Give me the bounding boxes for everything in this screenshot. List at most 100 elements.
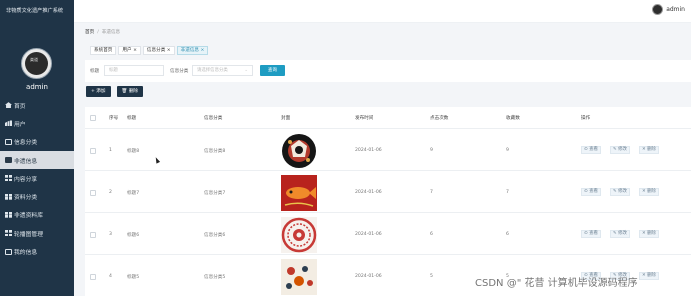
view-button[interactable]: ⊙ 查看 xyxy=(581,188,601,196)
title-filter-label: 标题 xyxy=(90,69,100,74)
column-header: 发布时间 xyxy=(355,116,374,121)
trash-icon: 🗑 xyxy=(121,89,128,94)
grid-icon xyxy=(5,175,12,182)
avatar: 楽道 xyxy=(21,48,52,79)
grid-icon xyxy=(5,211,12,218)
row-category: 信息分类8 xyxy=(204,149,226,154)
tab-heritage-info[interactable]: 非遗信息 × xyxy=(176,46,209,55)
query-button[interactable]: 查询 xyxy=(260,65,285,76)
table-row: 2 标题7 信息分类7 2024-01-06 7 7 ⊙ 查看 ✎ 修改 ✕ 删… xyxy=(85,172,691,213)
user-menu[interactable]: admin xyxy=(652,4,685,15)
edit-button[interactable]: ✎ 修改 xyxy=(610,146,630,154)
tab-bar: 系统首页 用户 × 信息分类 × 非遗信息 × xyxy=(90,46,210,55)
row-date: 2024-01-06 xyxy=(355,148,382,153)
cover-image xyxy=(281,133,317,169)
delete-row-button[interactable]: ✕ 删除 xyxy=(639,272,659,280)
topbar: admin xyxy=(74,0,691,23)
avatar xyxy=(652,4,664,15)
row-checkbox[interactable] xyxy=(90,232,96,238)
sidebar-item-label: 轮播图管理 xyxy=(14,231,43,238)
main-content: 首页 / 非遗信息 系统首页 用户 × 信息分类 × 非遗信息 × 标题 标题 信息… xyxy=(74,23,691,296)
filter-bar: 标题 标题 信息分类 请选择信息分类 ⌄ 查询 xyxy=(85,60,691,82)
row-title: 标题7 xyxy=(127,191,140,196)
sidebar-item-library[interactable]: 非遗资料库 xyxy=(0,206,74,224)
sidebar-item-content-share[interactable]: 内容分享 xyxy=(0,169,74,187)
row-clicks: 9 xyxy=(430,148,433,153)
select-all-checkbox[interactable] xyxy=(90,115,96,121)
row-title: 标题5 xyxy=(127,275,140,280)
row-index: 1 xyxy=(109,148,112,153)
sidebar-item-label: 资料分类 xyxy=(14,195,38,202)
sidebar-item-material-category[interactable]: 资料分类 xyxy=(0,187,74,205)
grid-icon xyxy=(5,193,12,200)
delete-row-button[interactable]: ✕ 删除 xyxy=(639,230,659,238)
profile-icon xyxy=(5,248,12,255)
view-button[interactable]: ⊙ 查看 xyxy=(581,230,601,238)
sidebar-item-home[interactable]: 首页 xyxy=(0,96,74,114)
sidebar-item-carousel[interactable]: 轮播图管理 xyxy=(0,224,74,242)
close-icon[interactable]: × xyxy=(133,48,137,53)
row-checkbox[interactable] xyxy=(90,190,96,196)
cover-image xyxy=(281,217,317,253)
sidebar-item-label: 非遗资料库 xyxy=(14,213,43,220)
sidebar-item-label: 我的信息 xyxy=(14,250,38,257)
tab-home[interactable]: 系统首页 xyxy=(90,46,117,55)
sidebar-item-users[interactable]: 用户 xyxy=(0,114,74,132)
sidebar-item-label: 内容分享 xyxy=(14,176,38,183)
row-checkbox[interactable] xyxy=(90,274,96,280)
row-index: 2 xyxy=(109,190,112,195)
row-clicks: 5 xyxy=(430,274,433,279)
category-select-placeholder: 请选择信息分类 xyxy=(197,68,228,73)
row-favorites: 6 xyxy=(506,232,509,237)
delete-button[interactable]: 🗑 删除 xyxy=(116,86,144,97)
close-icon[interactable]: × xyxy=(167,48,171,53)
row-checkbox[interactable] xyxy=(90,148,96,154)
tab-label: 用户 xyxy=(122,48,132,53)
shop-icon xyxy=(5,157,12,164)
sidebar-item-label: 信息分类 xyxy=(14,140,38,147)
category-icon xyxy=(5,138,12,145)
breadcrumb-current: 非遗信息 xyxy=(101,30,121,35)
edit-button[interactable]: ✎ 修改 xyxy=(610,230,630,238)
cover-image xyxy=(281,259,317,295)
cover-image xyxy=(281,175,317,211)
sidebar-item-label: 首页 xyxy=(14,103,26,110)
tab-users[interactable]: 用户 × xyxy=(118,46,141,55)
table-row: 1 标题8 信息分类8 2024-01-06 9 9 ⊙ 查看 ✎ 修改 ✕ 删… xyxy=(85,130,691,171)
add-button[interactable]: + 添加 xyxy=(86,86,111,97)
row-favorites: 7 xyxy=(506,190,509,195)
row-category: 信息分类7 xyxy=(204,191,226,196)
sidebar-item-heritage-info[interactable]: 非遗信息 xyxy=(0,150,74,170)
sidebar-item-category[interactable]: 信息分类 xyxy=(0,133,74,151)
sidebar-item-profile[interactable]: 我的信息 xyxy=(0,242,74,260)
column-header: 信息分类 xyxy=(204,116,223,121)
delete-label: 删除 xyxy=(128,89,139,94)
delete-row-button[interactable]: ✕ 删除 xyxy=(639,188,659,196)
category-filter-label: 信息分类 xyxy=(170,69,189,74)
sidebar-username: admin xyxy=(26,83,48,91)
tab-label: 信息分类 xyxy=(146,48,166,53)
row-title: 标题6 xyxy=(127,233,140,238)
column-header: 操作 xyxy=(581,116,591,121)
row-title: 标题8 xyxy=(127,149,140,154)
row-clicks: 7 xyxy=(430,190,433,195)
avatar-label: 楽道 xyxy=(30,57,38,62)
view-button[interactable]: ⊙ 查看 xyxy=(581,146,601,154)
title-search-input[interactable]: 标题 xyxy=(104,65,164,76)
app-title: 非物质文化遗产推广系统 xyxy=(6,8,64,14)
sidebar: 非物质文化遗产推广系统 楽道 admin 首页 用户 信息分类 非遗信息 内容分… xyxy=(0,0,74,296)
close-icon[interactable]: × xyxy=(201,48,205,53)
row-index: 4 xyxy=(109,274,112,279)
action-bar: + 添加 🗑 删除 xyxy=(86,86,149,97)
watermark: CSDN @" 花昔 计算机毕设源码程序 xyxy=(475,278,638,289)
breadcrumb-home[interactable]: 首页 xyxy=(85,30,94,35)
delete-row-button[interactable]: ✕ 删除 xyxy=(639,146,659,154)
grid-icon xyxy=(5,230,12,237)
edit-button[interactable]: ✎ 修改 xyxy=(610,188,630,196)
sidebar-item-label: 用户 xyxy=(14,121,26,128)
row-category: 信息分类5 xyxy=(204,275,226,280)
breadcrumb-separator: / xyxy=(97,30,99,35)
category-select[interactable]: 请选择信息分类 ⌄ xyxy=(192,65,253,76)
column-header: 标题 xyxy=(127,116,137,121)
tab-category[interactable]: 信息分类 × xyxy=(142,46,175,55)
